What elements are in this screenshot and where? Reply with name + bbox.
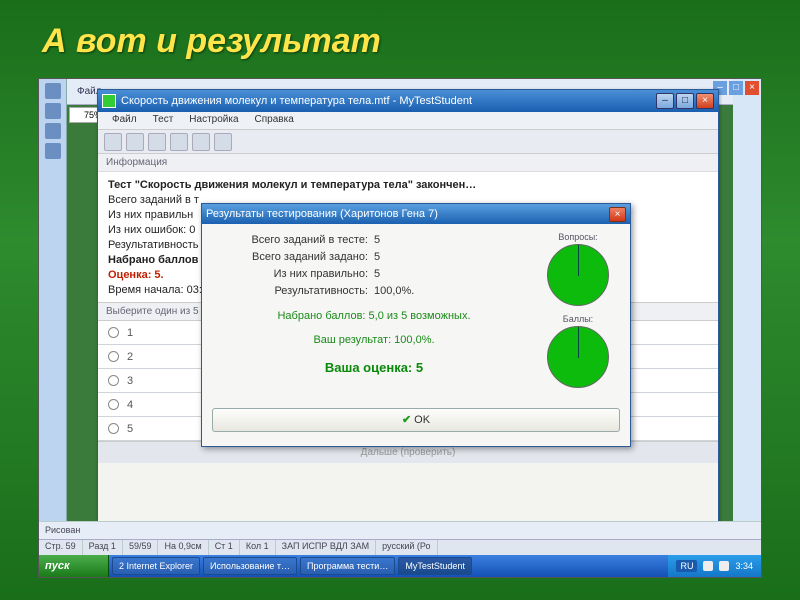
ok-button[interactable]: ✔OK xyxy=(212,408,620,432)
word-tool-icon[interactable] xyxy=(45,103,61,119)
dialog-titlebar[interactable]: Результаты тестирования (Харитонов Гена … xyxy=(202,204,630,224)
toolbar-button[interactable] xyxy=(126,133,144,151)
status-cell: Стр. 59 xyxy=(39,540,83,555)
result-label: Всего заданий в тесте: xyxy=(212,232,374,249)
taskbar: пуск 2 Internet Explorer Использование т… xyxy=(39,555,761,577)
tray-icon[interactable] xyxy=(719,561,729,571)
word-right-panel: × □ – xyxy=(733,79,761,557)
task-button[interactable]: 2 Internet Explorer xyxy=(112,557,200,575)
pie-caption-points: Баллы: xyxy=(536,314,620,324)
task-button[interactable]: Программа тести… xyxy=(300,557,395,575)
minimize-button[interactable]: – xyxy=(656,93,674,109)
word-statusbar: Стр. 59 Разд 1 59/59 На 0,9см Ст 1 Кол 1… xyxy=(39,539,761,555)
menu-help[interactable]: Справка xyxy=(247,112,302,129)
toolbar-button[interactable] xyxy=(170,133,188,151)
result-value: 100,0%. xyxy=(374,283,414,300)
results-dialog: Результаты тестирования (Харитонов Гена … xyxy=(201,203,631,447)
grade-line: Ваша оценка: 5 xyxy=(212,360,536,375)
toolbar-button[interactable] xyxy=(148,133,166,151)
pie-chart-questions xyxy=(547,244,609,306)
menu-test[interactable]: Тест xyxy=(145,112,182,129)
status-cell: Кол 1 xyxy=(240,540,276,555)
pie-chart-points xyxy=(547,326,609,388)
result-label: Всего заданий задано: xyxy=(212,249,374,266)
test-finished-line: Тест "Скорость движения молекул и темпер… xyxy=(108,178,708,193)
window-title: Скорость движения молекул и температура … xyxy=(121,95,656,107)
system-tray: RU 3:34 xyxy=(668,555,761,577)
result-label: Из них правильно: xyxy=(212,266,374,283)
word-draw-toolbar: Рисован xyxy=(39,521,761,539)
answer-label: 5 xyxy=(127,423,133,435)
close-button[interactable]: × xyxy=(696,93,714,109)
desktop-area: Файл 75% × □ – Скорость движения молекул… xyxy=(38,78,762,578)
radio-icon[interactable] xyxy=(108,423,119,434)
status-cell: ЗАП ИСПР ВДЛ ЗАМ xyxy=(276,540,377,555)
toolbar-button[interactable] xyxy=(214,133,232,151)
menubar: Файл Тест Настройка Справка xyxy=(98,112,718,130)
result-value: 5 xyxy=(374,232,380,249)
status-cell: 59/59 xyxy=(123,540,159,555)
word-tool-icon[interactable] xyxy=(45,143,61,159)
toolbar-button[interactable] xyxy=(104,133,122,151)
dialog-close-button[interactable]: × xyxy=(609,207,626,222)
task-button[interactable]: Использование т… xyxy=(203,557,297,575)
toolbar-button[interactable] xyxy=(192,133,210,151)
ok-label: OK xyxy=(414,414,430,426)
dialog-title: Результаты тестирования (Харитонов Гена … xyxy=(206,208,609,220)
clock[interactable]: 3:34 xyxy=(735,561,753,571)
result-value: 5 xyxy=(374,249,380,266)
word-left-toolbar xyxy=(39,79,67,557)
word-icon xyxy=(45,83,61,99)
answer-label: 1 xyxy=(127,327,133,339)
info-label: Информация xyxy=(98,154,718,172)
titlebar[interactable]: Скорость движения молекул и температура … xyxy=(98,90,718,112)
check-icon: ✔ xyxy=(402,414,411,426)
menu-file[interactable]: Файл xyxy=(104,112,145,129)
slide-title: А вот и результат xyxy=(0,0,800,75)
percent-line: Ваш результат: 100,0%. xyxy=(212,332,536,348)
status-cell: Ст 1 xyxy=(209,540,240,555)
tray-icon[interactable] xyxy=(703,561,713,571)
answer-label: 4 xyxy=(127,399,133,411)
language-indicator[interactable]: RU xyxy=(676,560,697,572)
answer-label: 2 xyxy=(127,351,133,363)
result-value: 5 xyxy=(374,266,380,283)
status-cell: На 0,9см xyxy=(158,540,208,555)
points-line: Набрано баллов: 5,0 из 5 возможных. xyxy=(212,308,536,324)
close-icon[interactable]: × xyxy=(745,81,759,95)
radio-icon[interactable] xyxy=(108,351,119,362)
task-button-active[interactable]: MyTestStudent xyxy=(398,557,472,575)
result-label: Результативность: xyxy=(212,283,374,300)
answer-label: 3 xyxy=(127,375,133,387)
toolbar xyxy=(98,130,718,154)
word-tool-icon[interactable] xyxy=(45,123,61,139)
maximize-button[interactable]: □ xyxy=(676,93,694,109)
start-button[interactable]: пуск xyxy=(39,555,109,577)
radio-icon[interactable] xyxy=(108,375,119,386)
draw-label: Рисован xyxy=(45,525,80,535)
maximize-icon[interactable]: □ xyxy=(729,81,743,95)
status-cell: русский (Ро xyxy=(376,540,437,555)
radio-icon[interactable] xyxy=(108,327,119,338)
status-cell: Разд 1 xyxy=(83,540,123,555)
radio-icon[interactable] xyxy=(108,399,119,410)
app-icon xyxy=(102,94,116,108)
menu-settings[interactable]: Настройка xyxy=(181,112,246,129)
pie-caption-questions: Вопросы: xyxy=(536,232,620,242)
